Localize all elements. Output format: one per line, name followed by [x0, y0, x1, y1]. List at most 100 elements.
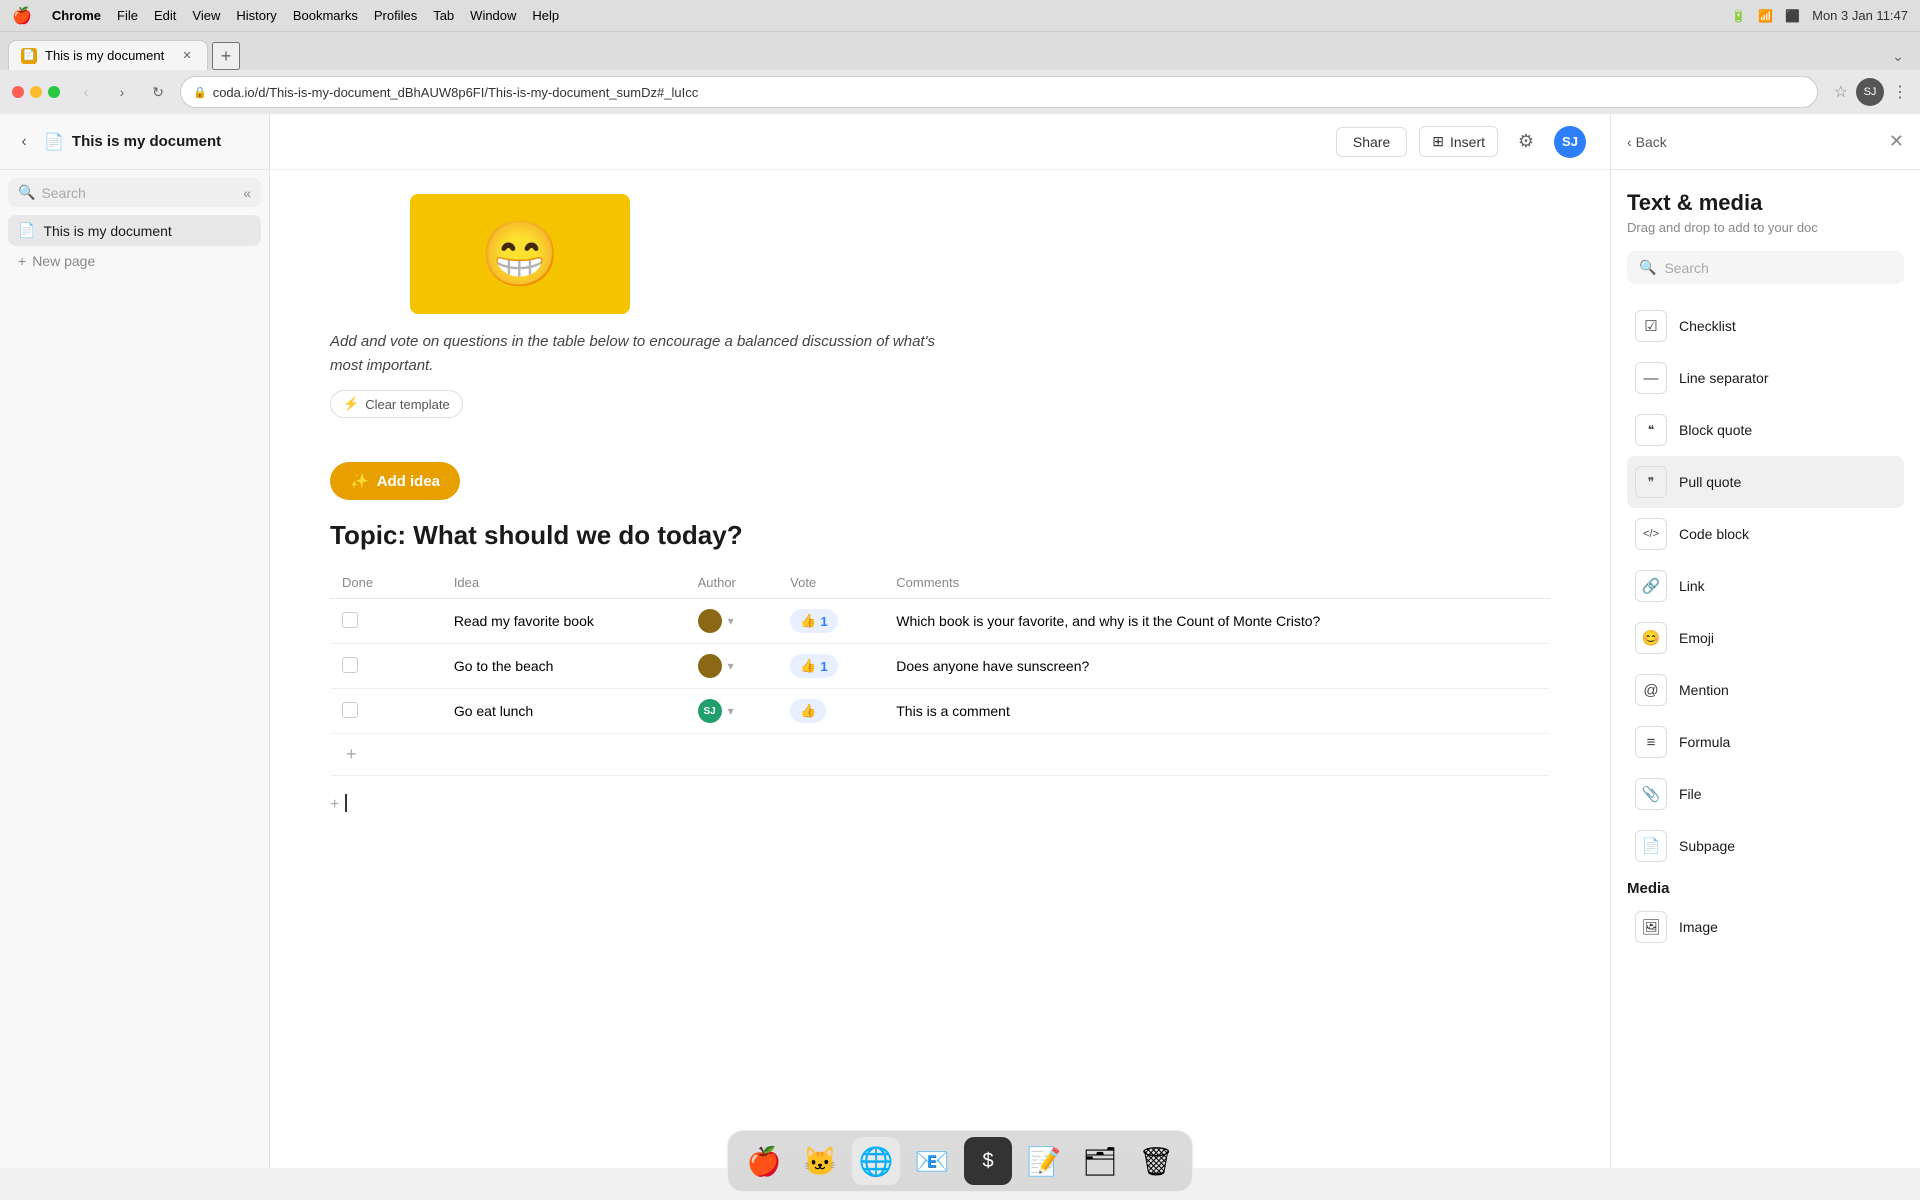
author-dropdown-1[interactable]: ▾ [728, 614, 734, 628]
window-maximize-button[interactable] [48, 86, 60, 98]
tab-close-button[interactable]: ✕ [179, 48, 195, 64]
dock-chrome-icon[interactable]: 🌐 [852, 1137, 900, 1185]
doc-body: 😁 Add and vote on questions in the table… [270, 194, 1610, 814]
sidebar-item-label: This is my document [43, 223, 171, 239]
done-cell-3[interactable] [330, 689, 412, 734]
menu-chrome[interactable]: Chrome [52, 8, 101, 23]
tab-bar: 📄 This is my document ✕ + ⌄ [0, 32, 1920, 70]
back-nav-button[interactable]: ‹ [72, 78, 100, 106]
vote-cell-1[interactable]: 👍 1 [778, 599, 884, 644]
add-block-button[interactable]: + [330, 796, 339, 814]
menu-file[interactable]: File [117, 8, 138, 23]
panel-item-checklist[interactable]: ☑ Checklist [1627, 300, 1904, 352]
address-input[interactable]: 🔒 coda.io/d/This-is-my-document_dBhAUW8p… [180, 76, 1818, 108]
new-page-button[interactable]: + New page [8, 246, 261, 276]
dock-finder-icon[interactable]: 🍎 [740, 1137, 788, 1185]
vote-cell-2[interactable]: 👍 1 [778, 644, 884, 689]
panel-item-code-block[interactable]: </> Code block [1627, 508, 1904, 560]
menu-profiles[interactable]: Profiles [374, 8, 417, 23]
browser-profile-button[interactable]: SJ [1856, 78, 1884, 106]
done-checkbox-1[interactable] [342, 612, 358, 628]
insert-button[interactable]: ⊞ Insert [1419, 126, 1498, 157]
window-close-button[interactable] [12, 86, 24, 98]
cursor-area[interactable]: + [330, 792, 1550, 814]
panel-item-line-separator[interactable]: — Line separator [1627, 352, 1904, 404]
menu-help[interactable]: Help [532, 8, 559, 23]
vote-cell-3[interactable]: 👍 [778, 689, 884, 734]
menu-bookmarks[interactable]: Bookmarks [293, 8, 358, 23]
menu-window[interactable]: Window [470, 8, 516, 23]
pull-quote-icon: ❞ [1635, 466, 1667, 498]
forward-nav-button[interactable]: › [108, 78, 136, 106]
author-cell-3: SJ ▾ [686, 689, 779, 734]
panel-item-image[interactable]: 🖼 Image [1627, 901, 1904, 953]
panel-item-link[interactable]: 🔗 Link [1627, 560, 1904, 612]
author-dropdown-2[interactable]: ▾ [728, 659, 734, 673]
dock-finder2-icon[interactable]: 🐱 [796, 1137, 844, 1185]
col-flag [412, 567, 442, 599]
dock-terminal-icon[interactable]: $ [964, 1137, 1012, 1185]
vote-badge-3[interactable]: 👍 [790, 699, 826, 723]
clear-template-button[interactable]: ⚡ Clear template [330, 390, 463, 418]
window-minimize-button[interactable] [30, 86, 42, 98]
collapse-sidebar-button[interactable]: « [243, 185, 251, 201]
reload-button[interactable]: ↻ [144, 78, 172, 106]
add-row[interactable]: + [330, 734, 1550, 776]
vote-thumb-icon-3: 👍 [800, 703, 816, 719]
panel-back-button[interactable]: ‹ Back [1627, 134, 1667, 150]
panel-item-file[interactable]: 📎 File [1627, 768, 1904, 820]
panel-item-label-line: Line separator [1679, 370, 1769, 386]
author-dropdown-3[interactable]: ▾ [728, 704, 734, 718]
done-cell-2[interactable] [330, 644, 412, 689]
new-tab-button[interactable]: + [212, 42, 240, 70]
dock-files-icon[interactable]: 🗂 [1076, 1137, 1124, 1185]
bookmark-star-icon[interactable]: ☆ [1834, 82, 1848, 102]
extensions-button[interactable]: ⋮ [1892, 82, 1908, 102]
settings-button[interactable]: ⚙ [1510, 126, 1542, 158]
sidebar-search-bar[interactable]: 🔍 Search « [8, 178, 261, 207]
done-checkbox-3[interactable] [342, 702, 358, 718]
vote-badge-2[interactable]: 👍 1 [790, 654, 837, 678]
sidebar-item-document[interactable]: 📄 This is my document [8, 215, 261, 246]
panel-item-subpage[interactable]: 📄 Subpage [1627, 820, 1904, 872]
share-button[interactable]: Share [1336, 127, 1407, 157]
panel-close-button[interactable]: ✕ [1889, 131, 1904, 152]
panel-search-input[interactable]: Search [1664, 260, 1708, 276]
panel-search-bar[interactable]: 🔍 Search [1627, 251, 1904, 284]
panel-item-pull-quote[interactable]: ❞ Pull quote [1627, 456, 1904, 508]
sidebar-document-icon: 📄 [18, 222, 35, 239]
vote-count-2: 1 [820, 659, 827, 674]
dock-notes-icon[interactable]: 📝 [1020, 1137, 1068, 1185]
panel-item-label-blockquote: Block quote [1679, 422, 1752, 438]
idea-cell-2: Go to the beach [442, 644, 686, 689]
add-idea-button[interactable]: ✨ Add idea [330, 462, 460, 500]
user-avatar-button[interactable]: SJ [1554, 126, 1586, 158]
panel-header: ‹ Back ✕ [1611, 114, 1920, 170]
back-arrow-icon: ‹ [1627, 134, 1632, 150]
data-table: Done Idea Author Vote Comments Read my f… [330, 567, 1550, 776]
add-row-cell[interactable]: + [330, 734, 1550, 776]
dock-mail-icon[interactable]: 📧 [908, 1137, 956, 1185]
dock-trash-icon[interactable]: 🗑 [1132, 1137, 1180, 1185]
add-row-button[interactable]: + [342, 740, 361, 768]
control-center-icon[interactable]: ⬛ [1785, 9, 1800, 23]
tab-title: This is my document [45, 48, 171, 63]
apple-logo-icon[interactable]: 🍎 [12, 6, 32, 26]
browser-tab-active[interactable]: 📄 This is my document ✕ [8, 40, 208, 70]
menu-tab[interactable]: Tab [433, 8, 454, 23]
menu-history[interactable]: History [236, 8, 276, 23]
done-cell-1[interactable] [330, 599, 412, 644]
sidebar-search-input[interactable]: Search [41, 185, 237, 201]
vote-badge-1[interactable]: 👍 1 [790, 609, 837, 633]
panel-item-block-quote[interactable]: ❝ Block quote [1627, 404, 1904, 456]
menu-view[interactable]: View [192, 8, 220, 23]
dock: 🍎 🐱 🌐 📧 $ 📝 🗂 🗑 [727, 1130, 1193, 1192]
panel-item-emoji[interactable]: 😊 Emoji [1627, 612, 1904, 664]
sidebar-back-button[interactable]: ‹ [12, 130, 36, 154]
menu-edit[interactable]: Edit [154, 8, 176, 23]
done-checkbox-2[interactable] [342, 657, 358, 673]
panel-item-formula[interactable]: ≡ Formula [1627, 716, 1904, 768]
panel-item-label-checklist: Checklist [1679, 318, 1736, 334]
tab-list-button[interactable]: ⌄ [1884, 42, 1912, 70]
panel-item-mention[interactable]: @ Mention [1627, 664, 1904, 716]
